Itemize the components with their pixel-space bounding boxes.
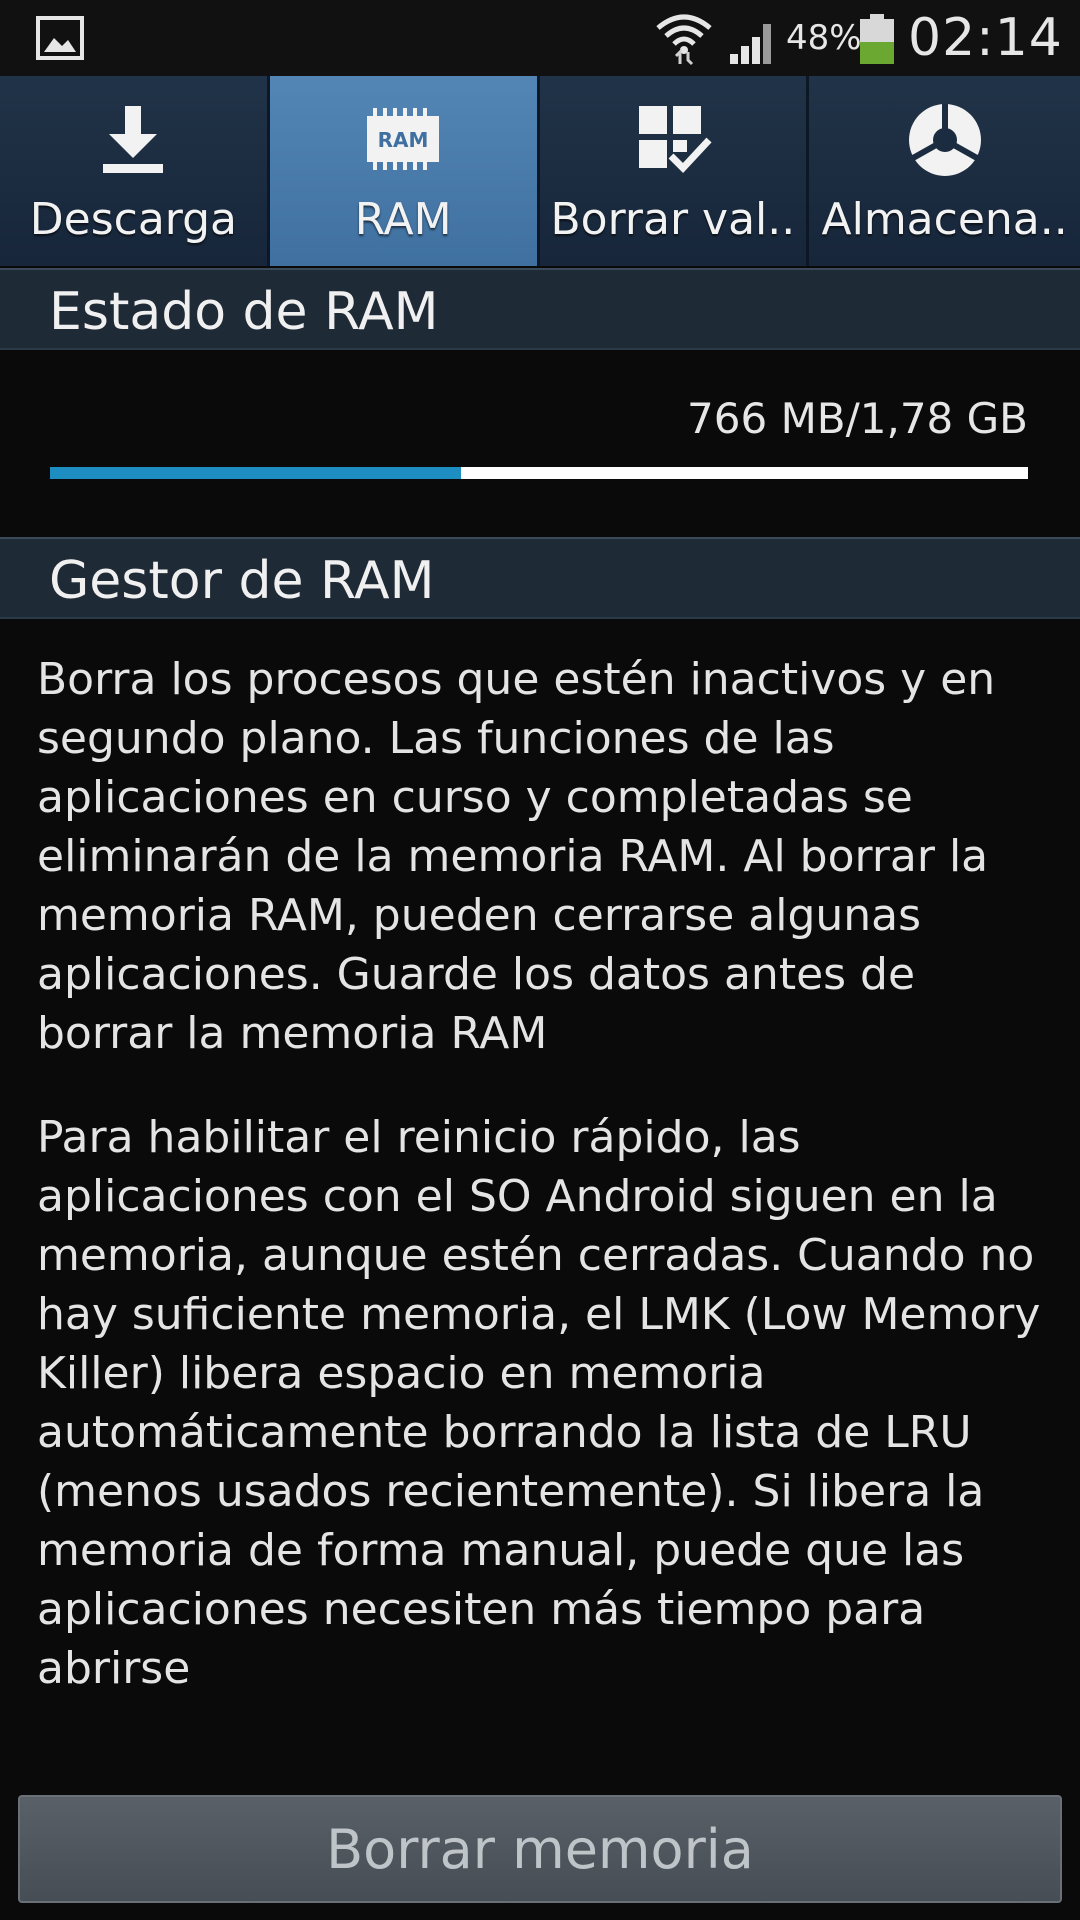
ram-chip-icon: RAM [367, 108, 440, 170]
tab-download-label: Descarga [29, 194, 237, 245]
tab-download[interactable]: Descarga [0, 76, 270, 266]
ram-chip-text: RAM [378, 128, 429, 152]
tab-bar: Descarga RAM RAM Borrar val.. Almacena.. [0, 76, 1080, 266]
clear-defaults-icon [638, 106, 712, 174]
clear-memory-button[interactable]: Borrar memoria [18, 1795, 1062, 1903]
wifi-icon [656, 14, 712, 66]
ram-usage-bar [50, 467, 1028, 479]
ram-usage-bar-fill [50, 467, 461, 479]
clock: 02:14 [908, 8, 1063, 68]
ram-status-title: Estado de RAM [49, 282, 439, 342]
tab-ram[interactable]: RAM RAM [269, 76, 540, 266]
tab-storage[interactable]: Almacena.. [809, 76, 1080, 266]
tab-storage-label: Almacena.. [821, 194, 1068, 245]
tab-ram-label: RAM [354, 194, 452, 245]
ram-usage-text: 766 MB/1,78 GB [687, 394, 1028, 443]
ram-manager-title: Gestor de RAM [49, 551, 435, 611]
ram-status-header: Estado de RAM [0, 268, 1080, 350]
ram-manager-description-2: Para habilitar el reinicio rápido, las a… [37, 1112, 1041, 1694]
download-icon [103, 106, 164, 173]
status-bar: 48% 02:14 [0, 0, 1080, 76]
battery-percent: 48% [786, 18, 862, 58]
ram-manager-description-1: Borra los procesos que estén inactivos y… [37, 654, 996, 1059]
gallery-icon [36, 16, 84, 60]
battery-icon [860, 14, 894, 64]
tab-clear-defaults-label: Borrar val.. [550, 194, 796, 245]
signal-icon [730, 24, 771, 64]
storage-pie-icon [908, 104, 981, 176]
ram-manager-header: Gestor de RAM [0, 537, 1080, 619]
tab-clear-defaults[interactable]: Borrar val.. [540, 76, 810, 266]
